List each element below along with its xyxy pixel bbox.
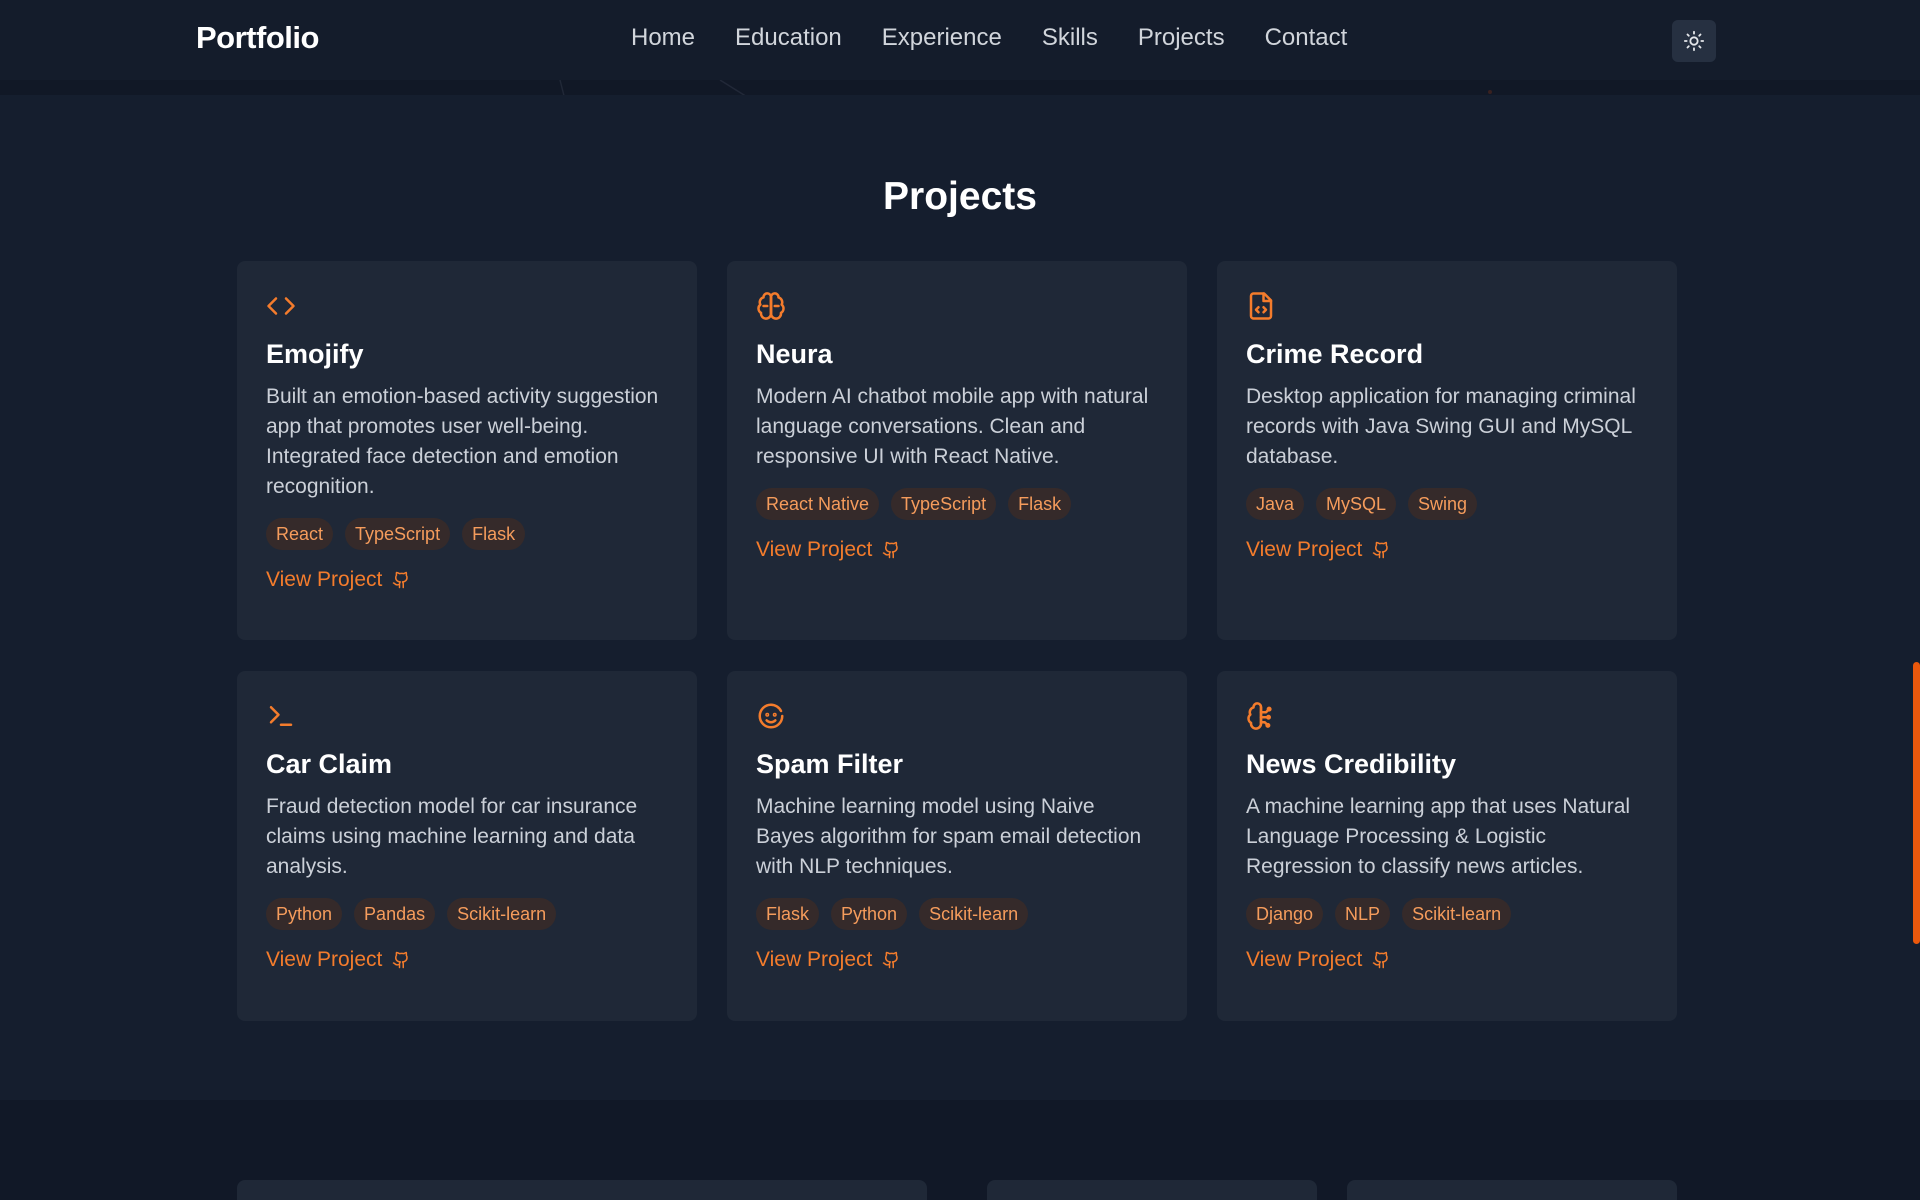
view-project-label: View Project: [1246, 538, 1363, 561]
tech-tag: Flask: [1008, 488, 1072, 520]
tech-tag: Java: [1246, 488, 1305, 520]
tech-tag: React Native: [756, 488, 880, 520]
tech-tag: Scikit-learn: [919, 898, 1029, 930]
terminal-icon: [269, 706, 293, 726]
tag-list: Python Pandas Scikit-learn: [266, 898, 668, 930]
github-icon: [1373, 951, 1389, 969]
file-code-icon: [1249, 292, 1273, 320]
view-project-label: View Project: [266, 568, 383, 591]
tech-tag: Scikit-learn: [447, 898, 557, 930]
github-icon: [393, 571, 409, 589]
nav-link-home[interactable]: Home: [631, 24, 695, 52]
tech-tag: MySQL: [1316, 488, 1397, 520]
tech-tag: Flask: [462, 518, 526, 550]
tag-list: Java MySQL Swing: [1246, 488, 1648, 520]
project-title: Crime Record: [1246, 339, 1424, 369]
nav-link-education[interactable]: Education: [735, 24, 842, 52]
scrollbar-thumb[interactable]: [1913, 662, 1920, 944]
top-navbar: Portfolio Home Education Experience Skil…: [0, 0, 1920, 80]
nav-links: Home Education Experience Skills Project…: [631, 24, 1347, 52]
next-section-card: [237, 1180, 927, 1200]
tech-tag: NLP: [1335, 898, 1391, 930]
project-card-neura: Neura Modern AI chatbot mobile app with …: [727, 261, 1187, 640]
project-description: Fraud detection model for car insurance …: [266, 795, 638, 878]
bot-face-icon: [758, 703, 784, 729]
view-project-label: View Project: [756, 538, 873, 561]
section-title: Projects: [883, 175, 1037, 218]
tech-tag: Pandas: [354, 898, 436, 930]
tag-list: Django NLP Scikit-learn: [1246, 898, 1648, 930]
project-description: Built an emotion-based activity suggesti…: [266, 385, 659, 498]
nav-link-projects[interactable]: Projects: [1138, 24, 1225, 52]
view-project-link[interactable]: View Project: [266, 568, 410, 592]
project-card-car-claim: Car Claim Fraud detection model for car …: [237, 671, 697, 1021]
theme-toggle-button[interactable]: [1672, 20, 1716, 62]
tag-list: Flask Python Scikit-learn: [756, 898, 1158, 930]
project-title: News Credibility: [1246, 749, 1457, 779]
github-icon: [1373, 541, 1389, 559]
project-card-crime-record: Crime Record Desktop application for man…: [1217, 261, 1677, 640]
project-title: Neura: [756, 339, 833, 369]
tech-tag: TypeScript: [345, 518, 451, 550]
github-icon: [883, 541, 899, 559]
project-title: Emojify: [266, 339, 364, 369]
nav-link-experience[interactable]: Experience: [882, 24, 1002, 52]
next-section-card: [1347, 1180, 1677, 1200]
view-project-label: View Project: [1246, 948, 1363, 971]
code-icon: [267, 297, 295, 315]
nav-link-skills[interactable]: Skills: [1042, 24, 1098, 52]
tag-list: React TypeScript Flask: [266, 518, 668, 550]
view-project-link[interactable]: View Project: [1246, 948, 1390, 972]
brain-circuit-icon: [1247, 702, 1272, 730]
brain-icon: [757, 292, 785, 320]
view-project-label: View Project: [266, 948, 383, 971]
github-icon: [393, 951, 409, 969]
nav-link-contact[interactable]: Contact: [1265, 24, 1348, 52]
project-description: A machine learning app that uses Natural…: [1246, 795, 1631, 878]
project-description: Desktop application for managing crimina…: [1246, 385, 1636, 468]
tech-tag: Swing: [1408, 488, 1478, 520]
tech-tag: React: [266, 518, 334, 550]
tech-tag: Flask: [756, 898, 820, 930]
tech-tag: Python: [831, 898, 908, 930]
tech-tag: Django: [1246, 898, 1324, 930]
project-title: Car Claim: [266, 749, 393, 779]
github-icon: [883, 951, 899, 969]
view-project-link[interactable]: View Project: [756, 948, 900, 972]
tag-list: React Native TypeScript Flask: [756, 488, 1158, 520]
brand-logo[interactable]: Portfolio: [196, 20, 319, 56]
tech-tag: TypeScript: [891, 488, 997, 520]
project-description: Modern AI chatbot mobile app with natura…: [756, 385, 1149, 468]
tech-tag: Scikit-learn: [1402, 898, 1512, 930]
project-card-spam-filter: Spam Filter Machine learning model using…: [727, 671, 1187, 1021]
view-project-link[interactable]: View Project: [1246, 538, 1390, 562]
project-card-news-credibility: News Credibility A machine learning app …: [1217, 671, 1677, 1021]
view-project-link[interactable]: View Project: [756, 538, 900, 562]
project-card-emojify: Emojify Built an emotion-based activity …: [237, 261, 697, 640]
tech-tag: Python: [266, 898, 343, 930]
next-section-card: [987, 1180, 1317, 1200]
sun-icon: [1683, 30, 1705, 52]
project-description: Machine learning model using Naive Bayes…: [756, 795, 1142, 878]
project-title: Spam Filter: [756, 749, 904, 779]
view-project-link[interactable]: View Project: [266, 948, 410, 972]
view-project-label: View Project: [756, 948, 873, 971]
